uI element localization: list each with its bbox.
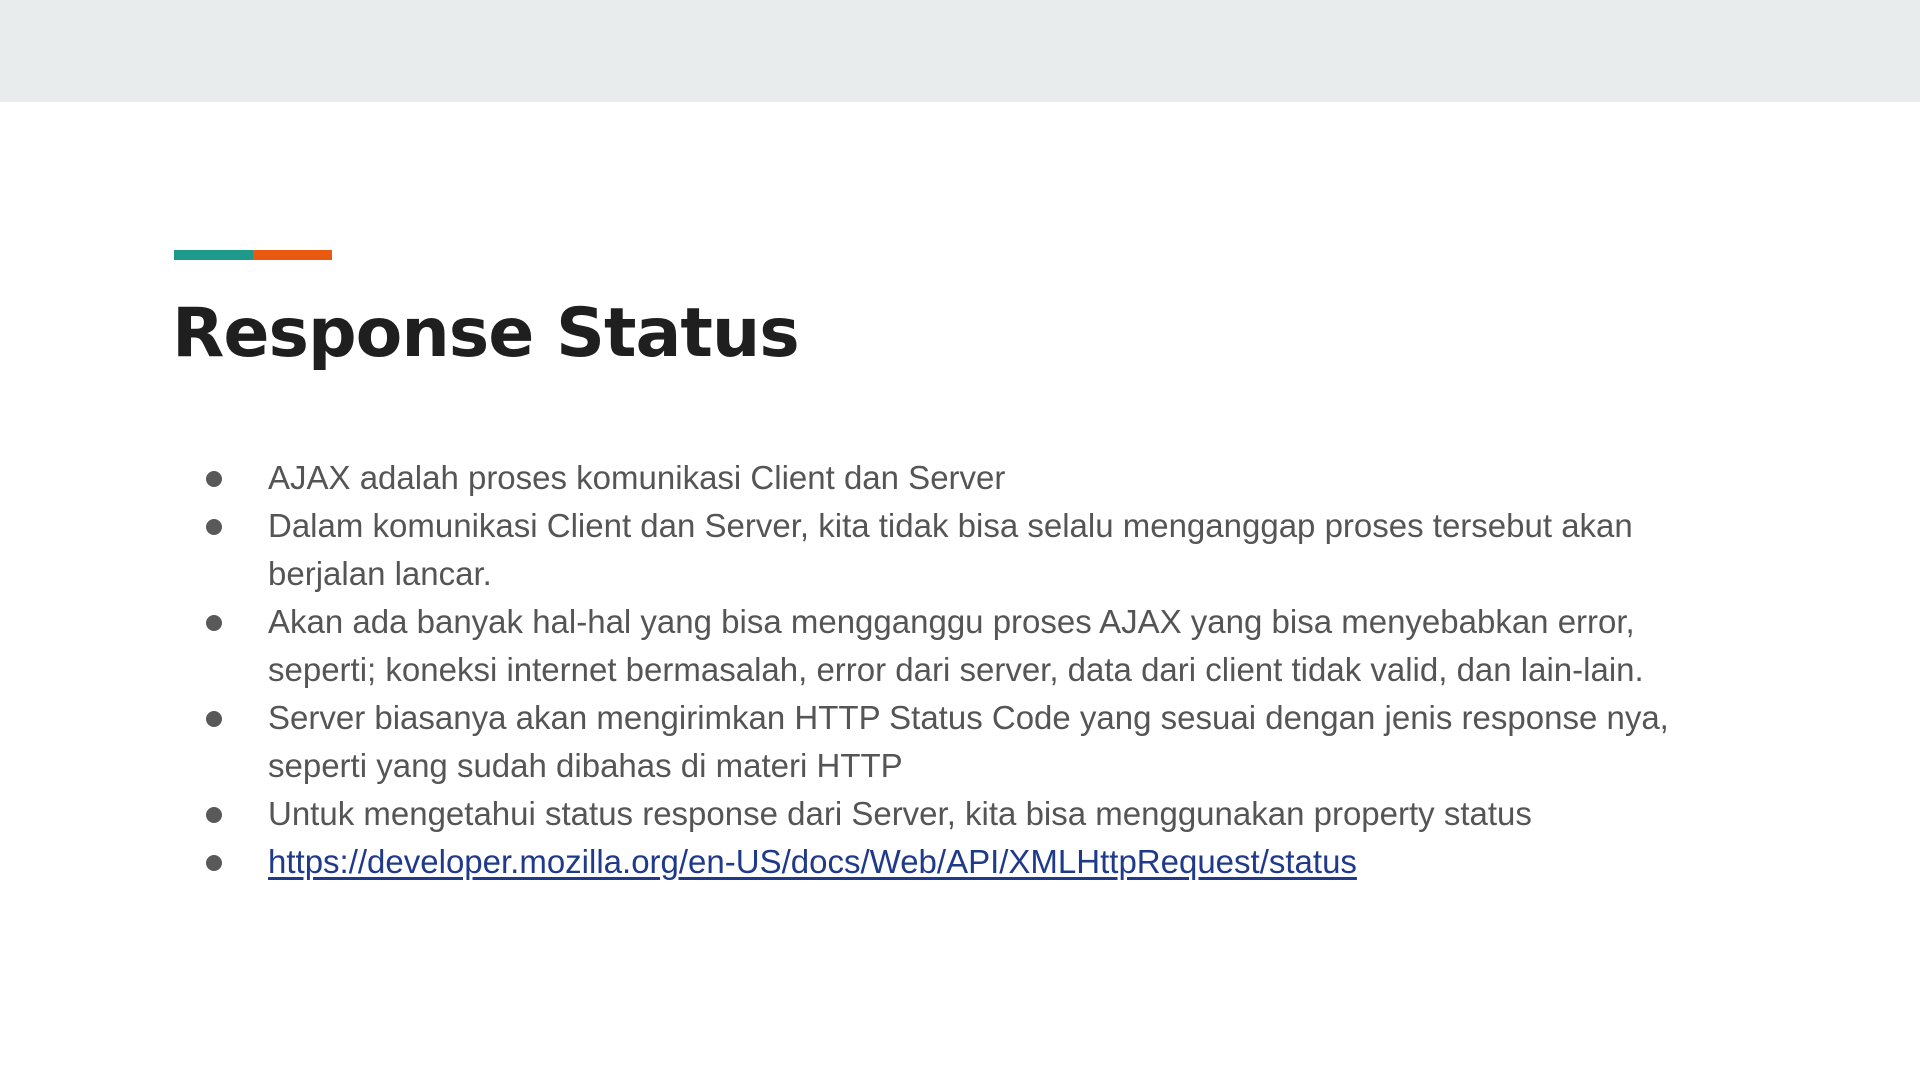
bullet-text: AJAX adalah proses komunikasi Client dan… xyxy=(268,459,1006,496)
bullet-item: Untuk mengetahui status response dari Se… xyxy=(200,790,1740,838)
bullet-text: Akan ada banyak hal-hal yang bisa mengga… xyxy=(268,603,1644,688)
bullet-text: Dalam komunikasi Client dan Server, kita… xyxy=(268,507,1633,592)
accent-segment-orange xyxy=(253,250,332,260)
slide-title: Response Status xyxy=(172,294,800,373)
bullet-item: AJAX adalah proses komunikasi Client dan… xyxy=(200,454,1740,502)
bullet-item: Akan ada banyak hal-hal yang bisa mengga… xyxy=(200,598,1740,694)
bullet-dot-icon xyxy=(206,807,222,823)
bullet-list: AJAX adalah proses komunikasi Client dan… xyxy=(200,454,1740,886)
bullet-dot-icon xyxy=(206,711,222,727)
bullet-dot-icon xyxy=(206,519,222,535)
top-band xyxy=(0,0,1920,102)
bullet-item: Dalam komunikasi Client dan Server, kita… xyxy=(200,502,1740,598)
bullet-item: https://developer.mozilla.org/en-US/docs… xyxy=(200,838,1740,886)
bullet-dot-icon xyxy=(206,615,222,631)
bullet-item: Server biasanya akan mengirimkan HTTP St… xyxy=(200,694,1740,790)
bullet-text: Server biasanya akan mengirimkan HTTP St… xyxy=(268,699,1669,784)
bullet-dot-icon xyxy=(206,855,222,871)
bullet-text: Untuk mengetahui status response dari Se… xyxy=(268,795,1532,832)
accent-segment-teal xyxy=(174,250,253,260)
slide: Response Status AJAX adalah proses komun… xyxy=(0,102,1920,1080)
bullet-dot-icon xyxy=(206,471,222,487)
title-accent-bar xyxy=(174,250,332,260)
mdn-status-link[interactable]: https://developer.mozilla.org/en-US/docs… xyxy=(268,843,1357,880)
